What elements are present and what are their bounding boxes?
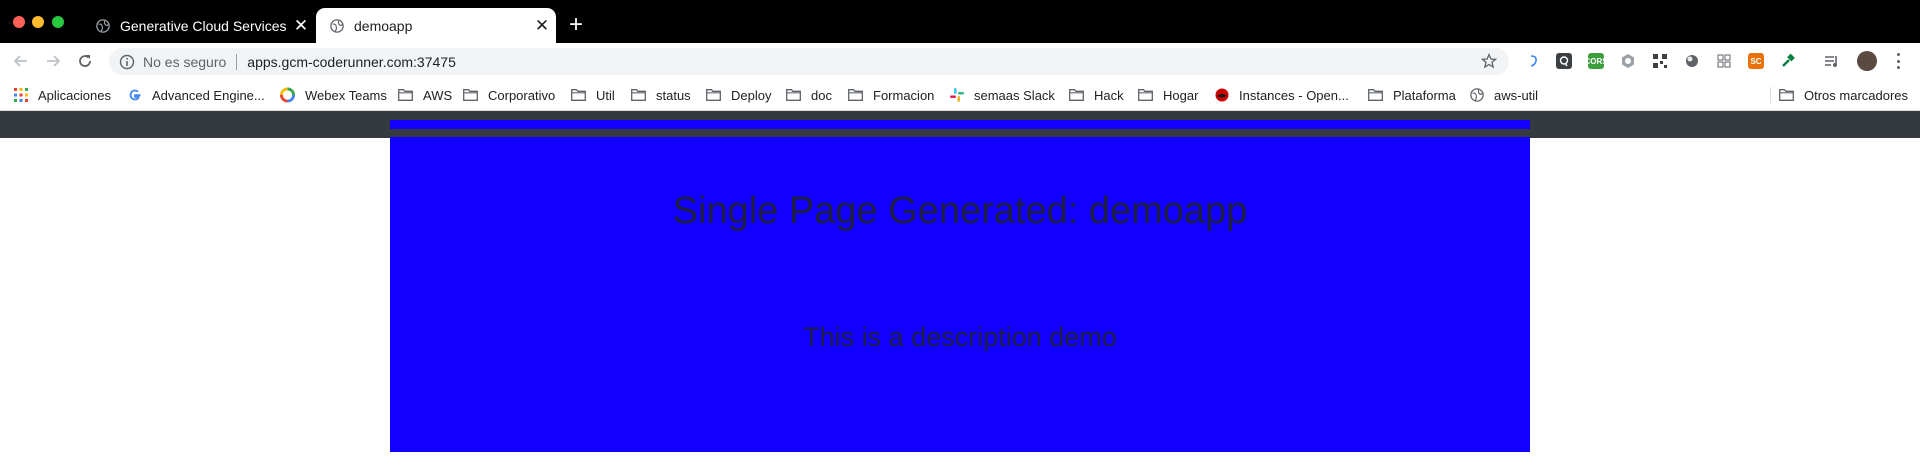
bookmark-util[interactable]: Util [571, 85, 615, 105]
bookmark-label: Hack [1094, 87, 1124, 103]
page-description: This is a description demo [803, 322, 1117, 352]
tab-title: Generative Cloud Services [120, 17, 287, 34]
folder-icon [786, 88, 801, 102]
folder-icon [571, 88, 586, 102]
bookmarks-separator [1770, 87, 1771, 103]
folder-icon [706, 88, 721, 102]
bookmarks-bar: Aplicaciones Advanced Engine... Webex Te… [0, 79, 1920, 111]
q-extension-icon[interactable] [1556, 53, 1572, 69]
bookmark-label: Webex Teams [305, 87, 387, 103]
bookmark-advanced-engine[interactable]: Advanced Engine... [127, 85, 265, 105]
bookmark-aplicaciones[interactable]: Aplicaciones [13, 85, 111, 105]
qr-extension-icon[interactable] [1652, 53, 1668, 69]
browser-menu-icon[interactable] [1890, 51, 1906, 71]
bookmark-doc[interactable]: doc [786, 85, 832, 105]
bookmark-label: Plataforma [1393, 87, 1456, 103]
bookmark-label: Corporativo [488, 87, 556, 103]
tab-demoapp[interactable]: demoapp ✕ [316, 8, 556, 43]
page-title: Single Page Generated: demoapp [672, 190, 1248, 232]
bookmark-deploy[interactable]: Deploy [706, 85, 771, 105]
sc-extension-icon[interactable]: SC [1748, 53, 1764, 69]
media-control-icon[interactable] [1824, 53, 1840, 69]
slack-icon [949, 88, 964, 102]
address-bar[interactable]: No es seguro apps.gcm-coderunner.com:374… [109, 48, 1509, 75]
bookmark-label: Util [596, 87, 615, 103]
bookmark-aws[interactable]: AWS [398, 85, 452, 105]
bookmark-plataforma[interactable]: Plataforma [1368, 85, 1456, 105]
url-text[interactable]: apps.gcm-coderunner.com:37475 [247, 54, 456, 70]
hammer-extension-icon[interactable] [1780, 53, 1796, 69]
globe-icon [96, 18, 110, 33]
tab-title: demoapp [354, 17, 413, 34]
reload-icon [79, 55, 91, 67]
forward-button[interactable] [40, 48, 66, 74]
folder-icon [1138, 88, 1153, 102]
bookmark-label: status [656, 87, 691, 103]
tab-generative-cloud-services[interactable]: Generative Cloud Services ✕ [82, 8, 315, 43]
globe-icon [330, 18, 344, 33]
browser-toolbar: No es seguro apps.gcm-coderunner.com:374… [0, 43, 1920, 79]
folder-icon [398, 88, 413, 102]
arrow-right-icon [47, 55, 61, 67]
arrow-left-icon [13, 55, 27, 67]
folder-icon [1368, 88, 1383, 102]
folder-icon [848, 88, 863, 102]
apps-grid-icon [13, 88, 28, 102]
bookmark-label: semaas Slack [974, 87, 1055, 103]
bookmark-webex-teams[interactable]: Webex Teams [280, 85, 387, 105]
bookmark-label: Aplicaciones [38, 87, 111, 103]
bookmark-hack[interactable]: Hack [1069, 85, 1124, 105]
webex-icon [280, 87, 295, 103]
reload-button[interactable] [72, 48, 98, 74]
bookmark-aws-util[interactable]: aws-util [1469, 85, 1538, 105]
info-icon[interactable] [119, 54, 135, 70]
bookmark-label: Hogar [1163, 87, 1199, 103]
bookmark-label: Instances - Open... [1239, 87, 1349, 103]
profile-avatar[interactable] [1857, 51, 1877, 71]
bookmark-star-icon[interactable] [1481, 53, 1497, 69]
close-tab-icon[interactable]: ✕ [287, 16, 315, 36]
close-tab-icon[interactable]: ✕ [528, 16, 556, 36]
grid-extension-icon[interactable] [1716, 53, 1732, 69]
bookmark-label: doc [811, 87, 832, 103]
back-button[interactable] [8, 48, 34, 74]
openshift-icon [1214, 88, 1229, 102]
bookmark-otros-marcadores[interactable]: Otros marcadores [1779, 85, 1908, 105]
folder-icon [1779, 88, 1794, 102]
bookmark-label: Deploy [731, 87, 772, 103]
folder-icon [463, 88, 478, 102]
google-icon [127, 88, 142, 102]
hero-divider [390, 129, 1530, 137]
bookmark-corporativo[interactable]: Corporativo [463, 85, 555, 105]
security-label[interactable]: No es seguro [143, 54, 226, 70]
bookmark-label: Formacion [873, 87, 935, 103]
refresh-extension-icon[interactable] [1526, 53, 1542, 69]
bookmark-semaas-slack[interactable]: semaas Slack [949, 85, 1055, 105]
hero-panel: Single Page Generated: demoapp This is a… [390, 120, 1530, 452]
address-separator [236, 53, 238, 70]
hexagon-extension-icon[interactable] [1620, 53, 1636, 69]
close-window-button[interactable] [13, 16, 25, 28]
bookmark-hogar[interactable]: Hogar [1138, 85, 1198, 105]
cors-extension-icon[interactable]: CORS [1584, 53, 1608, 69]
bookmark-instances-open[interactable]: Instances - Open... [1214, 85, 1349, 105]
bookmark-label: aws-util [1494, 87, 1539, 103]
bookmark-label: Advanced Engine... [152, 87, 265, 103]
minimize-window-button[interactable] [32, 16, 44, 28]
bookmark-formacion[interactable]: Formacion [848, 85, 934, 105]
circle-extension-icon[interactable] [1684, 53, 1700, 69]
globe-icon [1469, 88, 1484, 102]
bookmark-label: Otros marcadores [1804, 87, 1909, 103]
bookmark-label: AWS [423, 87, 453, 103]
folder-icon [1069, 88, 1084, 102]
maximize-window-button[interactable] [52, 16, 64, 28]
bookmark-status[interactable]: status [631, 85, 691, 105]
browser-tab-strip: Generative Cloud Services ✕ demoapp ✕ + [0, 0, 1920, 43]
new-tab-button[interactable]: + [569, 11, 583, 39]
folder-icon [631, 88, 646, 102]
